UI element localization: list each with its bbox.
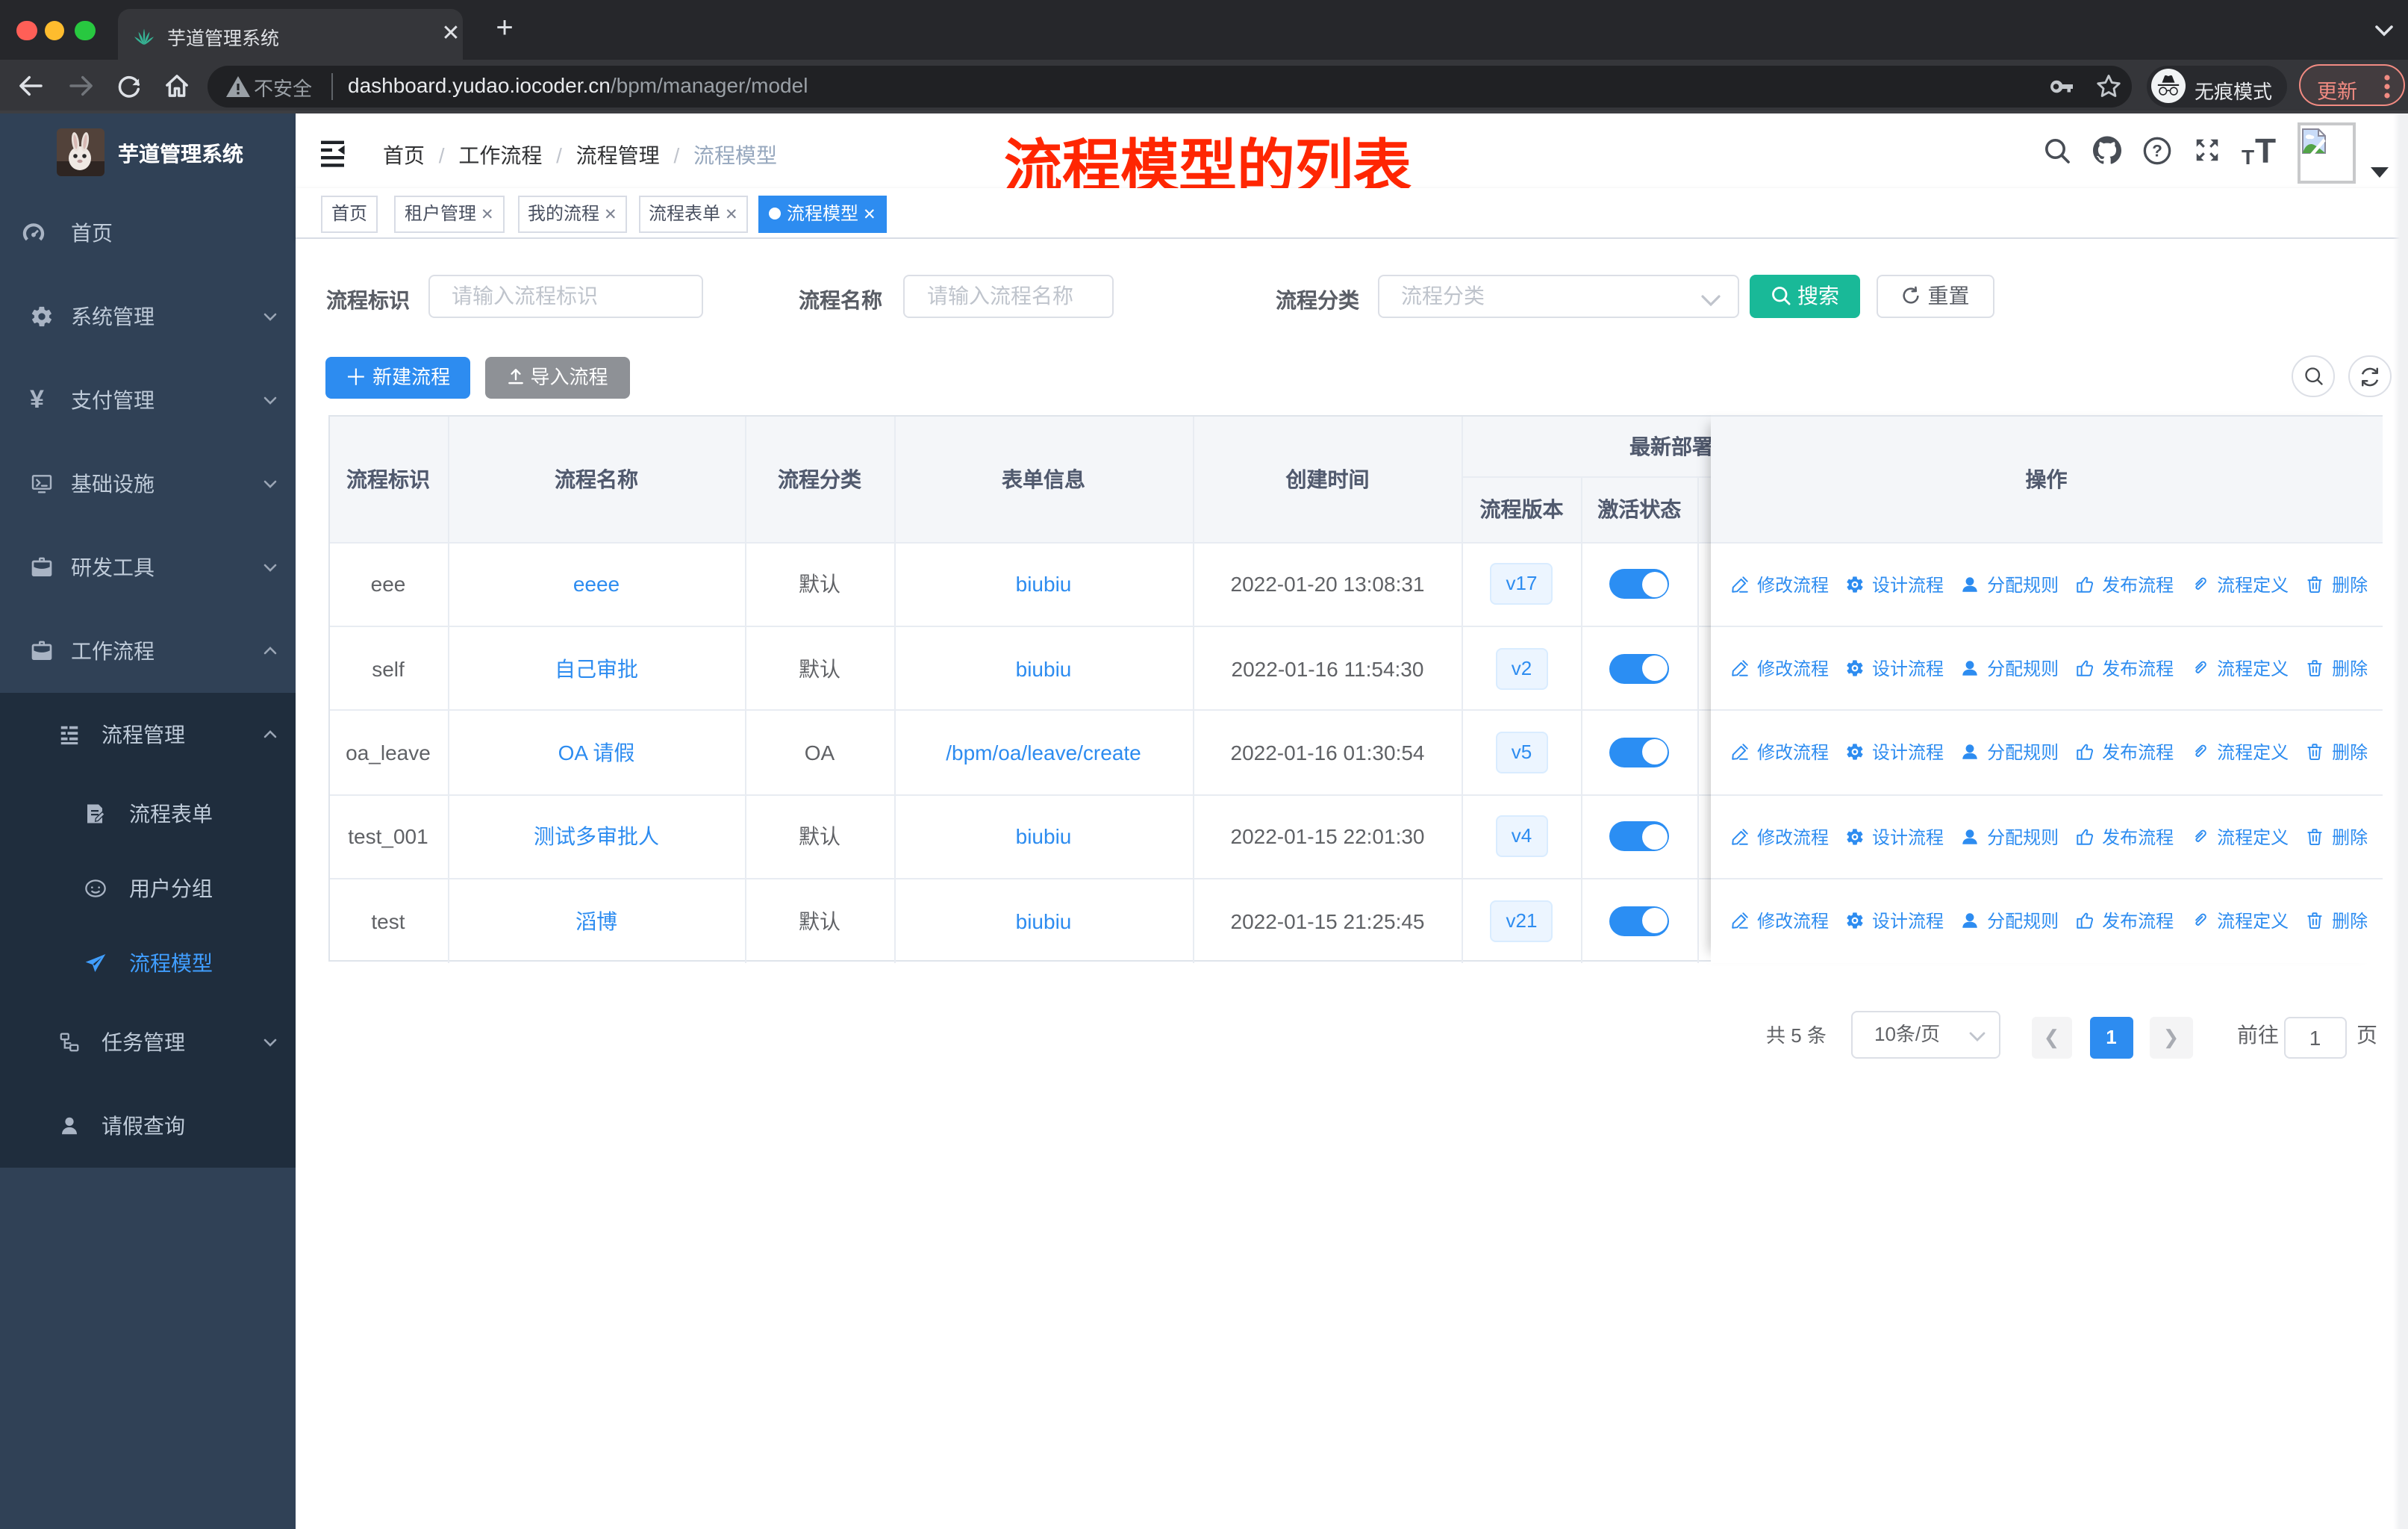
svg-text:?: ? bbox=[2151, 142, 2162, 161]
